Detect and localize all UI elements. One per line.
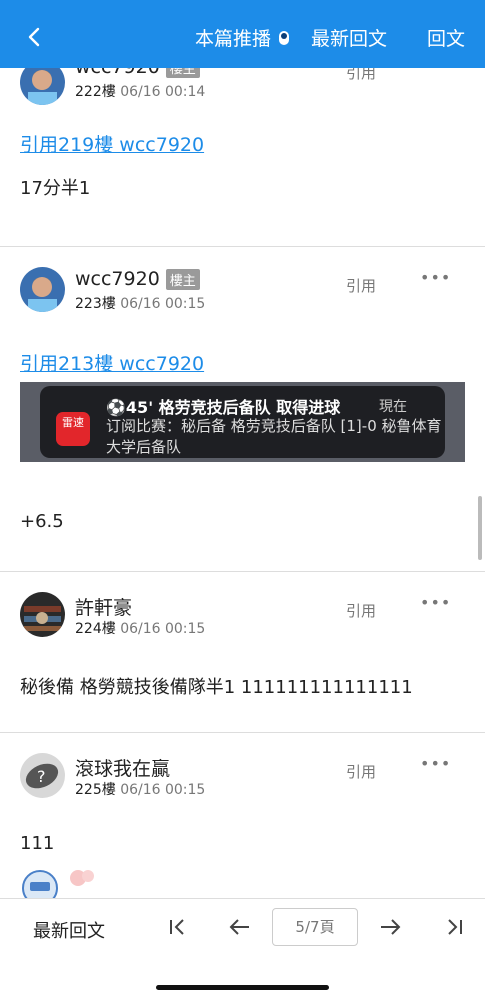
- quote-button[interactable]: 引用: [346, 68, 376, 83]
- scrollbar[interactable]: [478, 496, 482, 560]
- post-content: 111: [20, 833, 55, 854]
- more-options-icon[interactable]: •••: [420, 593, 451, 612]
- notification-title: ⚽45' 格劳竞技后备队 取得进球: [106, 398, 341, 417]
- post-225: ? 滾球我在贏 225樓 06/16 00:15 引用 ••• 111: [0, 733, 485, 898]
- chevron-left-icon: [28, 27, 40, 47]
- post-time: 06/16 00:15: [120, 621, 206, 637]
- page-indicator[interactable]: 5/7頁: [272, 908, 358, 946]
- home-indicator: [156, 985, 329, 990]
- push-notify-label[interactable]: 本篇推播: [195, 24, 271, 51]
- last-page-icon: [448, 919, 462, 935]
- notification-screenshot: 雷速 ⚽45' 格劳竞技后备队 取得进球 現在 订阅比赛：秘后备 格劳竞技后备队…: [20, 382, 465, 462]
- post-feed[interactable]: wcc7920 樓主 222樓 06/16 00:14 引用 ••• 引用219…: [0, 68, 485, 898]
- avatar[interactable]: ?: [20, 753, 65, 798]
- floor-number: 223樓: [75, 296, 116, 312]
- floor-number: 222樓: [75, 84, 116, 100]
- sticker-image: [20, 864, 100, 898]
- notification-time: 現在: [379, 399, 407, 415]
- username[interactable]: 許軒豪: [75, 593, 132, 620]
- prev-page-button[interactable]: [226, 913, 254, 941]
- quote-button[interactable]: 引用: [346, 275, 376, 296]
- post-content: 秘後備 格勞競技後備隊半1 111111111111111: [20, 677, 413, 698]
- floor-number: 225樓: [75, 782, 116, 798]
- back-button[interactable]: [22, 24, 48, 50]
- more-options-icon[interactable]: •••: [420, 68, 451, 75]
- push-toggle[interactable]: [278, 30, 289, 45]
- last-page-button[interactable]: [440, 913, 468, 941]
- next-page-button[interactable]: [376, 913, 404, 941]
- top-bar: 本篇推播 最新回文 回文: [0, 0, 485, 68]
- more-options-icon[interactable]: •••: [420, 754, 451, 773]
- quote-button[interactable]: 引用: [346, 761, 376, 782]
- post-time: 06/16 00:14: [120, 84, 206, 100]
- notification-body: 订阅比赛：秘后备 格劳竞技后备队 [1]-0 秘鲁体育大学后备队: [106, 417, 442, 456]
- latest-reply-button[interactable]: 最新回文: [311, 24, 387, 51]
- more-options-icon[interactable]: •••: [420, 268, 451, 287]
- post-time: 06/16 00:15: [120, 782, 206, 798]
- post-223: wcc7920 樓主 223樓 06/16 00:15 引用 ••• 引用213…: [0, 247, 485, 572]
- app-icon: 雷速: [56, 412, 90, 446]
- post-time: 06/16 00:15: [120, 296, 206, 312]
- latest-reply-button[interactable]: 最新回文: [33, 917, 105, 943]
- arrow-left-icon: [229, 919, 249, 935]
- post-content: +6.5: [20, 511, 64, 532]
- reply-button[interactable]: 回文: [427, 24, 465, 51]
- avatar[interactable]: [20, 68, 65, 105]
- post-222: wcc7920 樓主 222樓 06/16 00:14 引用 ••• 引用219…: [0, 68, 485, 247]
- username[interactable]: 滾球我在贏: [75, 754, 170, 781]
- quote-link[interactable]: 引用213樓 wcc7920: [20, 349, 204, 376]
- avatar[interactable]: [20, 267, 65, 312]
- post-224: 許軒豪 224樓 06/16 00:15 引用 ••• 秘後備 格勞競技後備隊半…: [0, 572, 485, 733]
- svg-text:?: ?: [37, 767, 46, 786]
- username[interactable]: wcc7920: [75, 268, 160, 290]
- op-badge: 樓主: [165, 268, 200, 290]
- floor-number: 224樓: [75, 621, 116, 637]
- first-page-button[interactable]: [164, 913, 192, 941]
- bottom-bar: 最新回文 5/7頁: [0, 898, 485, 1000]
- quote-link[interactable]: 引用219樓 wcc7920: [20, 130, 204, 157]
- arrow-right-icon: [381, 919, 401, 935]
- first-page-icon: [170, 919, 184, 935]
- quote-button[interactable]: 引用: [346, 600, 376, 621]
- avatar[interactable]: [20, 592, 65, 637]
- username[interactable]: wcc7920: [75, 68, 160, 78]
- post-content: 17分半1: [20, 178, 91, 199]
- op-badge: 樓主: [165, 68, 200, 78]
